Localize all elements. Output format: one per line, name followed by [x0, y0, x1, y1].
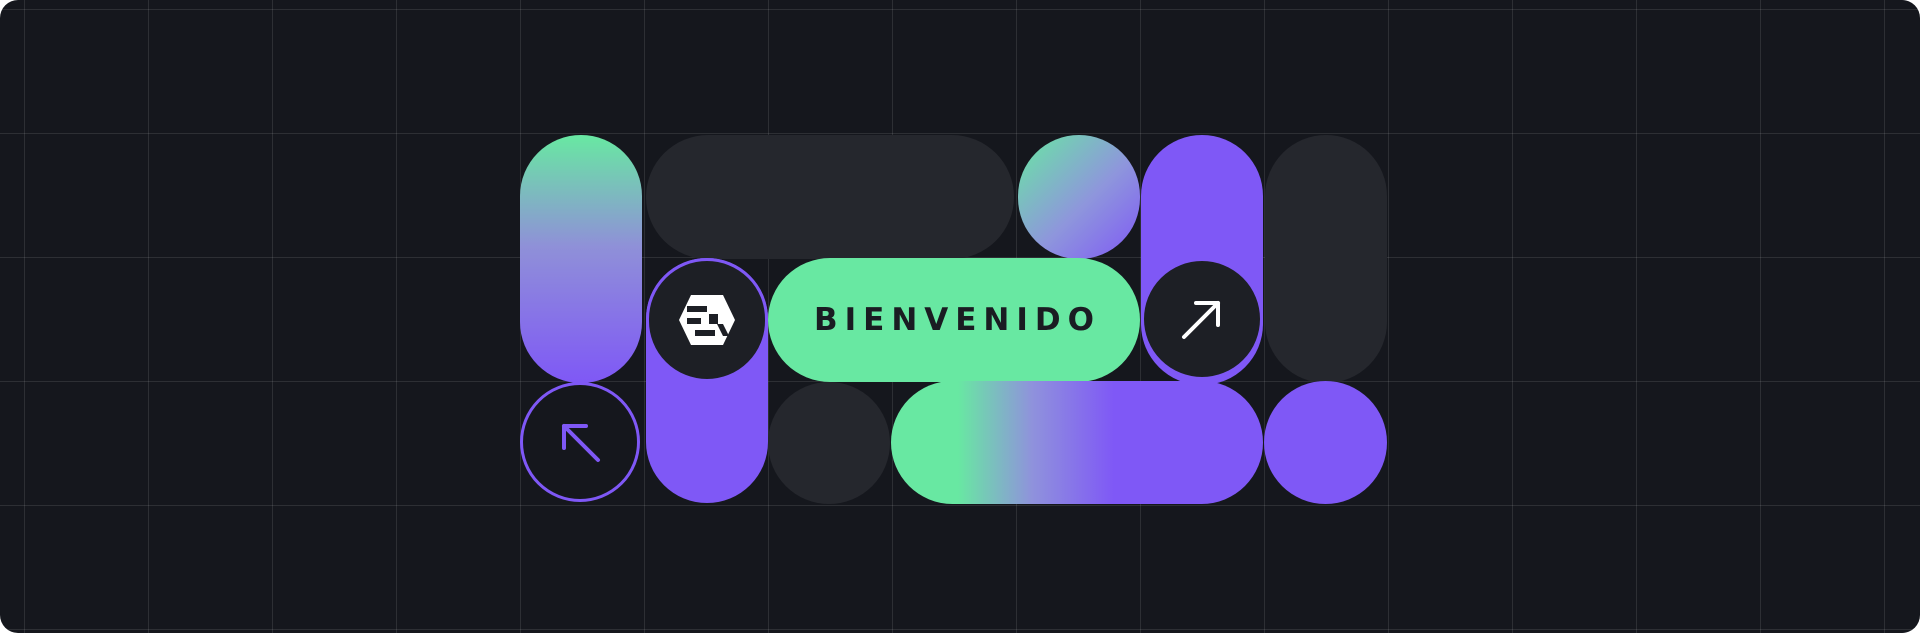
welcome-banner: BIENVENIDO [0, 0, 1920, 633]
arrow-up-left-icon [562, 424, 600, 462]
dark-vertical-pill [1265, 135, 1387, 383]
arrow-up-right-icon [1182, 301, 1220, 339]
green-purple-vertical-pill [520, 135, 642, 383]
welcome-pill[interactable]: BIENVENIDO [768, 258, 1140, 382]
logo-badge [646, 258, 768, 382]
gradient-circle [1018, 135, 1140, 259]
arrow-right-button[interactable] [1141, 258, 1263, 380]
arrow-left-button[interactable] [520, 382, 640, 502]
dark-horizontal-pill [646, 135, 1014, 259]
brand-logo-icon [679, 295, 735, 345]
green-purple-horizontal-pill [891, 381, 1263, 504]
welcome-text: BIENVENIDO [813, 302, 1101, 338]
dark-circle [768, 382, 890, 504]
purple-circle [1264, 381, 1387, 504]
